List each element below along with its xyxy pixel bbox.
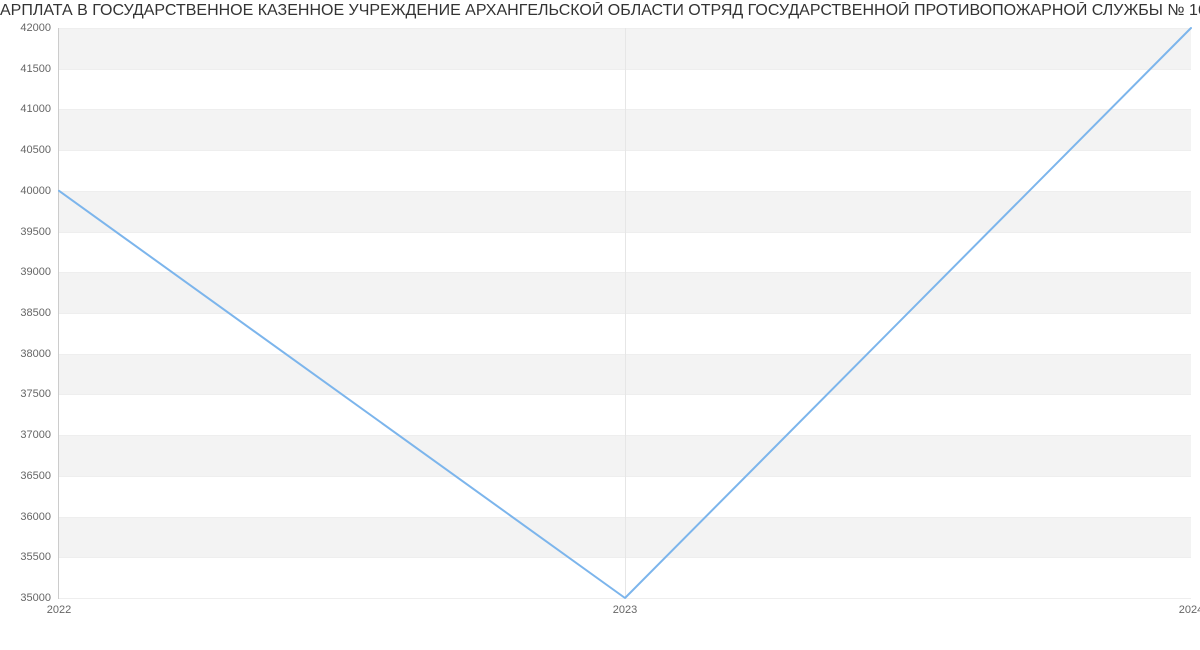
y-tick-label: 36000: [20, 511, 59, 523]
y-tick-label: 41500: [20, 63, 59, 75]
plot-area: 3500035500360003650037000375003800038500…: [58, 28, 1191, 599]
x-tick-label: 2022: [47, 598, 71, 616]
chart-container: АРПЛАТА В ГОСУДАРСТВЕННОЕ КАЗЕННОЕ УЧРЕЖ…: [0, 0, 1200, 650]
y-tick-label: 40500: [20, 144, 59, 156]
chart-title: АРПЛАТА В ГОСУДАРСТВЕННОЕ КАЗЕННОЕ УЧРЕЖ…: [0, 2, 1200, 20]
line-series: [59, 28, 1191, 598]
y-tick-label: 37000: [20, 429, 59, 441]
y-tick-label: 37500: [20, 388, 59, 400]
y-tick-label: 35500: [20, 551, 59, 563]
y-tick-label: 39500: [20, 226, 59, 238]
x-tick-label: 2024: [1179, 598, 1200, 616]
y-tick-label: 42000: [20, 22, 59, 34]
y-tick-label: 36500: [20, 470, 59, 482]
y-tick-label: 41000: [20, 103, 59, 115]
y-tick-label: 39000: [20, 266, 59, 278]
x-tick-label: 2023: [613, 598, 637, 616]
y-tick-label: 38500: [20, 307, 59, 319]
y-tick-label: 40000: [20, 185, 59, 197]
y-tick-label: 38000: [20, 348, 59, 360]
